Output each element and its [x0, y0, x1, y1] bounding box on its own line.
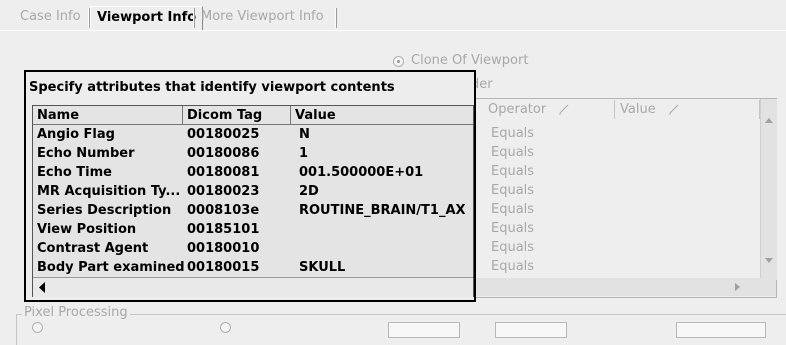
row-name: Contrast Agent — [37, 241, 149, 256]
tab-more-viewport-info[interactable]: More Viewport Info — [195, 6, 330, 28]
table-row[interactable]: Body Part examined 00180015 SKULL — [33, 258, 473, 277]
row-name: Series Description — [37, 203, 172, 218]
row-value: N — [299, 127, 310, 142]
scroll-arrows-icon — [765, 118, 773, 263]
vertical-scrollbar[interactable] — [760, 99, 777, 280]
table-row[interactable]: Echo Time 00180081 001.500000E+01 — [33, 163, 473, 182]
row-tag: 00185101 — [187, 222, 260, 237]
pencil-icon — [668, 104, 679, 115]
viewport-attributes-panel: Specify attributes that identify viewpor… — [24, 70, 476, 302]
operator-cell: Equals — [491, 145, 535, 160]
value-column-header[interactable]: Value — [616, 100, 760, 119]
name-column-header[interactable]: Name — [33, 106, 183, 125]
row-tag: 00180025 — [187, 127, 260, 142]
row-name: Echo Time — [37, 165, 112, 180]
scroll-left-arrow-icon[interactable] — [33, 278, 53, 297]
row-name: MR Acquisition Ty... — [37, 184, 181, 199]
row-value: 2D — [299, 184, 319, 199]
table-row[interactable]: View Position 00185101 — [33, 220, 473, 239]
pencil-icon — [559, 104, 569, 115]
pixel-processing-field[interactable] — [495, 322, 567, 338]
clone-of-viewport-radio[interactable] — [393, 56, 404, 67]
value-header-label: Value — [620, 102, 656, 117]
clone-of-viewport-label: Clone Of Viewport — [411, 53, 529, 68]
operator-cell: Equals — [491, 183, 535, 198]
row-name: View Position — [37, 222, 137, 237]
operator-cell: Equals — [491, 164, 535, 179]
operator-cell: Equals — [491, 259, 535, 274]
row-value: SKULL — [299, 260, 346, 275]
tab-separator — [335, 8, 337, 28]
row-value: 1 — [299, 146, 309, 161]
row-tag: 00180023 — [187, 184, 260, 199]
row-value: ROUTINE_BRAIN/T1_AX — [299, 203, 466, 218]
operator-column-header[interactable]: Operator — [484, 100, 615, 119]
table-row[interactable]: MR Acquisition Ty... 00180023 2D — [33, 182, 473, 201]
pixel-processing-field[interactable] — [676, 322, 766, 338]
row-name: Echo Number — [37, 146, 135, 161]
row-tag: 00180086 — [187, 146, 260, 161]
row-tag: 00180010 — [187, 241, 260, 256]
value-column-header[interactable]: Value — [291, 106, 473, 125]
row-name: Angio Flag — [37, 127, 115, 142]
row-tag: 00180081 — [187, 165, 260, 180]
operator-cell: Equals — [491, 240, 535, 255]
row-value: 001.500000E+01 — [299, 165, 424, 180]
operator-cell: Equals — [491, 221, 535, 236]
dicom-tag-column-header[interactable]: Dicom Tag — [183, 106, 291, 125]
row-tag: 00180015 — [187, 260, 260, 275]
table-horizontal-scrollbar[interactable] — [33, 277, 473, 297]
operator-cell: Equals — [491, 126, 535, 141]
attributes-table: Name Dicom Tag Value Angio Flag 00180025… — [32, 105, 474, 297]
pixel-processing-label: Pixel Processing — [22, 305, 130, 320]
tab-case-info[interactable]: Case Info — [14, 6, 87, 28]
operator-header-label: Operator — [488, 102, 547, 117]
row-tag: 0008103e — [187, 203, 260, 218]
tab-viewport-info[interactable]: Viewport Info — [90, 6, 204, 31]
tab-divider — [0, 30, 786, 31]
table-row[interactable]: Angio Flag 00180025 N — [33, 125, 473, 144]
table-row[interactable]: Contrast Agent 00180010 — [33, 239, 473, 258]
table-row[interactable]: Echo Number 00180086 1 — [33, 144, 473, 163]
row-name: Body Part examined — [37, 260, 185, 275]
pixel-processing-field[interactable] — [388, 322, 460, 338]
panel-title: Specify attributes that identify viewpor… — [29, 80, 395, 95]
operator-cell: Equals — [491, 202, 535, 217]
table-row[interactable]: Series Description 0008103e ROUTINE_BRAI… — [33, 201, 473, 220]
